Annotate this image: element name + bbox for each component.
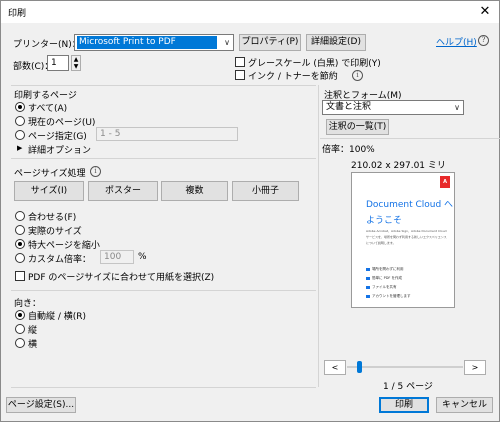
custom-scale-label: カスタム倍率： (28, 255, 92, 265)
actual-size-radio[interactable] (15, 225, 25, 235)
copies-stepper[interactable]: ▲ ▼ (71, 55, 81, 71)
title-bar: 印刷 ✕ (1, 1, 499, 23)
percent-label: % (138, 252, 147, 262)
chevron-down-icon: ∨ (224, 38, 230, 47)
comments-forms-select[interactable]: 文書と注釈 ∨ (322, 100, 464, 115)
grayscale-label: グレースケール (白黒) で印刷(Y) (248, 59, 381, 69)
next-page-button[interactable]: > (464, 360, 486, 375)
grayscale-checkbox[interactable] (235, 57, 245, 67)
cancel-button[interactable]: キャンセル (436, 397, 493, 413)
custom-scale-radio[interactable] (15, 253, 25, 263)
orientation-heading: 向き： (14, 299, 42, 309)
current-page-label: 現在のページ(U) (28, 118, 96, 128)
preview-doc-title-line1: Document Cloud へ (366, 200, 454, 210)
adobe-logo-icon: A (440, 176, 450, 188)
preview-scale: 倍率：100% (322, 145, 375, 155)
choose-paper-checkbox[interactable] (15, 271, 25, 281)
chevron-left-icon: < (331, 363, 339, 372)
printer-selected-value: Microsoft Print to PDF (77, 36, 217, 49)
divider (320, 138, 500, 139)
page-indicator: 1 / 5 ページ (383, 382, 433, 392)
portrait-label: 縦 (28, 326, 38, 336)
print-button[interactable]: 印刷 (379, 397, 429, 413)
save-ink-label: インク / トナーを節約 (248, 72, 338, 82)
page-setup-button[interactable]: ページ設定(S)... (6, 397, 76, 413)
more-options-label[interactable]: 詳細オプション (28, 143, 91, 156)
save-ink-checkbox[interactable] (235, 70, 245, 80)
info-icon[interactable]: i (352, 70, 363, 81)
preview-dimensions: 210.02 x 297.01 ミリ (351, 161, 446, 171)
all-pages-label: すべて(A) (28, 104, 68, 114)
divider (11, 85, 316, 86)
shrink-oversized-label: 特大ページを縮小 (28, 241, 100, 251)
preview-doc-text: について説明します。 (366, 241, 396, 245)
properties-button[interactable]: プロパティ(P) (239, 34, 301, 51)
printer-label: プリンター(N)： (13, 40, 81, 50)
current-page-radio[interactable] (15, 116, 25, 126)
divider (11, 290, 316, 291)
bullet-icon (366, 276, 370, 280)
info-icon[interactable]: i (90, 166, 101, 177)
auto-orientation-radio[interactable] (15, 310, 25, 320)
divider (11, 158, 316, 159)
bullet-icon (366, 294, 370, 298)
tab-size[interactable]: サイズ(I) (14, 181, 84, 201)
slider-track (347, 366, 463, 368)
tab-booklet[interactable]: 小冊子 (232, 181, 299, 201)
fit-label: 合わせる(F) (28, 213, 77, 223)
bullet-icon (366, 285, 370, 289)
bullet-icon (366, 267, 370, 271)
window-title: 印刷 (8, 9, 27, 19)
preview-doc-item: 場所を問わずに利用 (366, 267, 404, 272)
chevron-down-icon: ∨ (454, 103, 460, 112)
pages-heading: 印刷するページ (14, 91, 77, 101)
slider-thumb[interactable] (357, 361, 362, 373)
page-slider[interactable] (347, 361, 463, 373)
expand-triangle-icon[interactable]: ▶ (17, 144, 22, 152)
landscape-label: 横 (28, 340, 38, 350)
actual-size-label: 実際のサイズ (28, 227, 82, 237)
preview-doc-text: サービスを、場所を問わず利用する新しいエクスペリエンス (366, 235, 447, 239)
tab-multiple[interactable]: 複数 (161, 181, 228, 201)
preview-doc-item: アカウントを管理します (366, 294, 411, 299)
summarize-comments-button[interactable]: 注釈の一覧(T) (326, 119, 389, 135)
print-dialog: 印刷 ✕ プリンター(N)： Microsoft Print to PDF ∨ … (0, 0, 500, 422)
tab-poster[interactable]: ポスター (88, 181, 158, 201)
chevron-right-icon: > (471, 363, 479, 372)
page-range-input[interactable]: 1 - 5 (96, 127, 238, 141)
custom-scale-input[interactable]: 100 (100, 250, 134, 264)
preview-doc-text: Adobe Acrobat、Adobe Sign、Adobe Document … (366, 229, 447, 233)
prev-page-button[interactable]: < (324, 360, 346, 375)
fit-radio[interactable] (15, 211, 25, 221)
panel-divider (318, 85, 319, 387)
comments-forms-selected: 文書と注釈 (326, 102, 372, 112)
advanced-button[interactable]: 詳細設定(D) (306, 34, 366, 51)
help-link[interactable]: ヘルプ(H) (436, 35, 477, 48)
preview-doc-title-line2: ようこそ (366, 216, 403, 226)
auto-orientation-label: 自動縦 / 横(R) (28, 312, 87, 322)
preview-doc-item: 簡単に PDF を作成 (366, 276, 402, 281)
printer-select[interactable]: Microsoft Print to PDF ∨ (74, 34, 234, 51)
page-range-label: ページ指定(G) (28, 132, 87, 142)
all-pages-radio[interactable] (15, 102, 25, 112)
landscape-radio[interactable] (15, 338, 25, 348)
choose-paper-label: PDF のページサイズに合わせて用紙を選択(Z) (28, 273, 215, 283)
page-preview: A Document Cloud へ ようこそ Adobe Acrobat、Ad… (351, 172, 455, 308)
help-icon[interactable]: ? (478, 35, 489, 46)
preview-doc-item: ファイルを共有 (366, 285, 397, 290)
divider (11, 387, 316, 388)
portrait-radio[interactable] (15, 324, 25, 334)
page-range-radio[interactable] (15, 130, 25, 140)
page-sizing-heading: ページサイズ処理 (14, 169, 86, 179)
copies-input[interactable]: 1 (47, 55, 69, 71)
close-icon[interactable]: ✕ (477, 4, 493, 20)
shrink-oversized-radio[interactable] (15, 239, 25, 249)
